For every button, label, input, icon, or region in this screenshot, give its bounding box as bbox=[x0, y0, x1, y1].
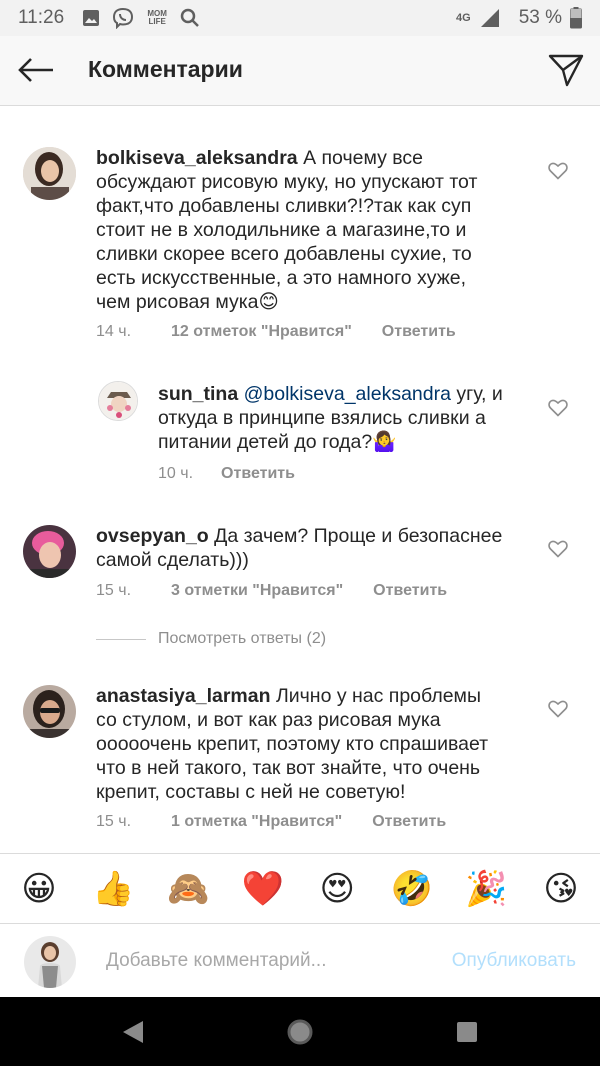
comment-text: anastasiya_larman Лично у нас проблемы с… bbox=[96, 685, 489, 803]
heart-eyes-emoji-button[interactable]: 😍 bbox=[316, 868, 358, 910]
reply-button[interactable]: Ответить bbox=[373, 582, 447, 600]
comment-text: sun_tina @bolkiseva_aleksandra угу, и от… bbox=[158, 383, 503, 453]
system-nav-bar bbox=[0, 997, 600, 1066]
comment-meta: 14 ч. 12 отметок "Нравится" Ответить bbox=[96, 323, 456, 341]
publish-button[interactable]: Опубликовать bbox=[452, 950, 576, 972]
like-heart-icon[interactable] bbox=[548, 162, 568, 180]
nav-home-button[interactable] bbox=[285, 1017, 315, 1047]
header: Комментарии bbox=[0, 36, 600, 106]
mom-life-app-icon: MOM LIFE bbox=[147, 9, 167, 26]
paper-plane-icon bbox=[548, 54, 584, 87]
grinning-face-emoji-button[interactable]: 😀 bbox=[18, 868, 60, 910]
nav-recents-button[interactable] bbox=[452, 1017, 482, 1047]
party-popper-emoji-button[interactable]: 🎉 bbox=[465, 868, 507, 910]
emoji-quick-bar: 😀 👍 🙈 ❤️ 😍 🤣 🎉 😘 bbox=[0, 853, 600, 923]
search-status-icon bbox=[180, 8, 200, 28]
page-title: Комментарии bbox=[88, 56, 243, 82]
mention-link[interactable]: @bolkiseva_aleksandra bbox=[244, 383, 451, 405]
like-heart-icon[interactable] bbox=[548, 700, 568, 718]
avatar[interactable] bbox=[23, 525, 76, 578]
divider bbox=[96, 638, 146, 640]
comment-username[interactable]: ovsepyan_o bbox=[96, 525, 209, 547]
likes-count[interactable]: 1 отметка "Нравится" bbox=[171, 813, 342, 831]
comment-time: 15 ч. bbox=[96, 582, 132, 599]
rofl-emoji-button[interactable]: 🤣 bbox=[391, 868, 433, 910]
comment-meta: 15 ч. 3 отметки "Нравится" Ответить bbox=[96, 582, 447, 600]
signal-icon bbox=[479, 8, 501, 28]
comment-time: 10 ч. bbox=[158, 465, 194, 482]
avatar[interactable] bbox=[23, 685, 76, 738]
battery-level: 53 % bbox=[518, 7, 562, 28]
comment-composer: Опубликовать bbox=[0, 923, 600, 997]
comment-text: bolkiseva_aleksandra А почему все обсужд… bbox=[96, 147, 478, 313]
back-arrow-icon bbox=[18, 58, 53, 82]
network-type: 4G bbox=[456, 12, 471, 24]
comment-meta: 15 ч. 1 отметка "Нравится" Ответить bbox=[96, 813, 446, 831]
avatar[interactable] bbox=[23, 147, 76, 200]
comment-username[interactable]: bolkiseva_aleksandra bbox=[96, 147, 298, 169]
kissing-face-emoji-button[interactable]: 😘 bbox=[540, 868, 582, 910]
viber-icon bbox=[112, 7, 134, 29]
current-user-avatar bbox=[24, 936, 76, 988]
nav-back-button[interactable] bbox=[118, 1017, 148, 1047]
view-replies-button[interactable]: Посмотреть ответы (2) bbox=[96, 630, 326, 648]
red-heart-emoji-button[interactable]: ❤️ bbox=[242, 868, 284, 910]
back-button[interactable] bbox=[14, 50, 58, 90]
battery-icon bbox=[570, 7, 582, 29]
comment-time: 14 ч. bbox=[96, 323, 132, 340]
reply-button[interactable]: Ответить bbox=[382, 323, 456, 341]
like-heart-icon[interactable] bbox=[548, 540, 568, 558]
home-circle-icon bbox=[287, 1019, 313, 1045]
share-button[interactable] bbox=[546, 49, 586, 91]
comment-username[interactable]: anastasiya_larman bbox=[96, 685, 271, 707]
likes-count[interactable]: 3 отметки "Нравится" bbox=[171, 582, 343, 600]
comment-time: 15 ч. bbox=[96, 813, 132, 830]
comment-text: ovsepyan_o Да зачем? Проще и безопаснее … bbox=[96, 525, 503, 571]
comment-input[interactable] bbox=[106, 946, 426, 976]
avatar[interactable] bbox=[98, 381, 138, 421]
reply-button[interactable]: Ответить bbox=[221, 465, 295, 483]
status-bar: 11:26 MOM LIFE 4G 53 % bbox=[0, 0, 600, 36]
like-heart-icon[interactable] bbox=[548, 399, 568, 417]
back-triangle-icon bbox=[123, 1021, 143, 1043]
see-no-evil-monkey-emoji-button[interactable]: 🙈 bbox=[167, 868, 209, 910]
likes-count[interactable]: 12 отметок "Нравится" bbox=[171, 323, 352, 341]
thumbs-up-emoji-button[interactable]: 👍 bbox=[92, 868, 134, 910]
reply-button[interactable]: Ответить bbox=[372, 813, 446, 831]
status-time: 11:26 bbox=[18, 7, 65, 28]
view-replies-label: Посмотреть ответы (2) bbox=[158, 630, 327, 647]
comment-username[interactable]: sun_tina bbox=[158, 383, 238, 405]
recents-square-icon bbox=[457, 1022, 477, 1042]
comment-meta: 10 ч. Ответить bbox=[158, 465, 295, 483]
gallery-icon bbox=[82, 9, 100, 27]
